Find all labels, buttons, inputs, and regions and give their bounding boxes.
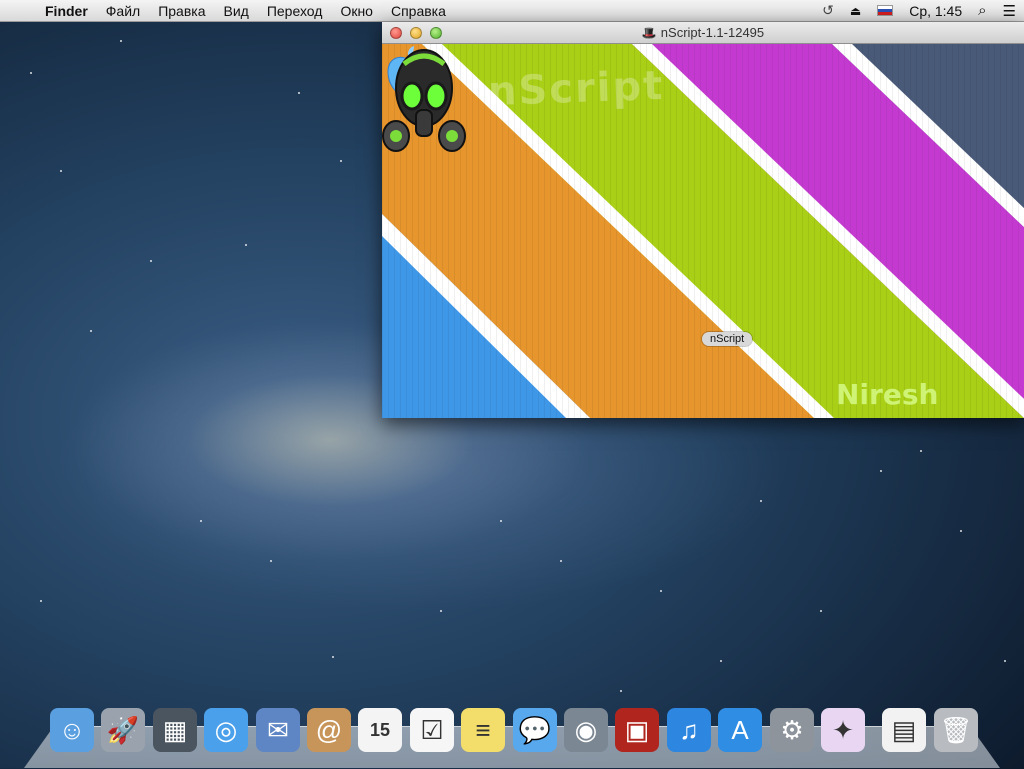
finder-icon[interactable]: ☺	[50, 708, 94, 752]
finder-window: 🎩 nScript-1.1-12495 nScript Niresh nScri…	[382, 22, 1024, 418]
watermark-niresh: Niresh	[836, 378, 939, 411]
messages-icon[interactable]: 💬	[513, 708, 557, 752]
app-store-icon[interactable]: A	[718, 708, 762, 752]
window-content: nScript Niresh nScript	[382, 44, 1024, 418]
window-titlebar[interactable]: 🎩 nScript-1.1-12495	[382, 22, 1024, 44]
menu-window[interactable]: Окно	[331, 3, 382, 19]
menu-bar: Finder Файл Правка Вид Переход Окно Спра…	[0, 0, 1024, 22]
safari-icon[interactable]: ◎	[204, 708, 248, 752]
disk-image-icon: 🎩	[641, 26, 657, 40]
app-menu-finder[interactable]: Finder	[36, 3, 97, 19]
wizard-icon[interactable]: ✦	[821, 708, 865, 752]
mail-icon[interactable]: ✉	[256, 708, 300, 752]
input-source-flag-icon[interactable]	[877, 5, 894, 16]
menu-go[interactable]: Переход	[258, 3, 332, 19]
facetime-icon[interactable]: ◉	[564, 708, 608, 752]
calendar-icon[interactable]: 15	[358, 708, 402, 752]
striped-background	[382, 44, 1024, 418]
launchpad-icon[interactable]: 🚀	[101, 708, 145, 752]
notification-center-icon[interactable]: ☰	[1003, 2, 1016, 20]
menu-clock[interactable]: Ср, 1:45	[909, 3, 962, 19]
search-icon[interactable]: ⌕	[978, 2, 986, 19]
gas-mask-icon[interactable]	[382, 44, 466, 162]
nscript-app-label[interactable]: nScript	[702, 332, 753, 346]
eject-icon[interactable]: ⏏	[850, 4, 861, 18]
notes-icon[interactable]: ≡	[461, 708, 505, 752]
reminders-icon[interactable]: ☑	[410, 708, 454, 752]
contacts-icon[interactable]: @	[307, 708, 351, 752]
photo-booth-icon[interactable]: ▣	[615, 708, 659, 752]
document-icon[interactable]: ▤	[882, 708, 926, 752]
window-title: 🎩 nScript-1.1-12495	[641, 25, 765, 40]
menu-edit[interactable]: Правка	[149, 3, 214, 19]
menu-help[interactable]: Справка	[382, 3, 455, 19]
menu-view[interactable]: Вид	[215, 3, 258, 19]
menu-file[interactable]: Файл	[97, 3, 149, 19]
itunes-icon[interactable]: ♫	[667, 708, 711, 752]
time-machine-icon[interactable]: ↺	[822, 2, 834, 19]
system-preferences-icon[interactable]: ⚙	[770, 708, 814, 752]
mission-control-icon[interactable]: ▦	[153, 708, 197, 752]
watermark-nscript: nScript	[487, 62, 665, 116]
trash-icon[interactable]: 🗑	[934, 708, 978, 752]
